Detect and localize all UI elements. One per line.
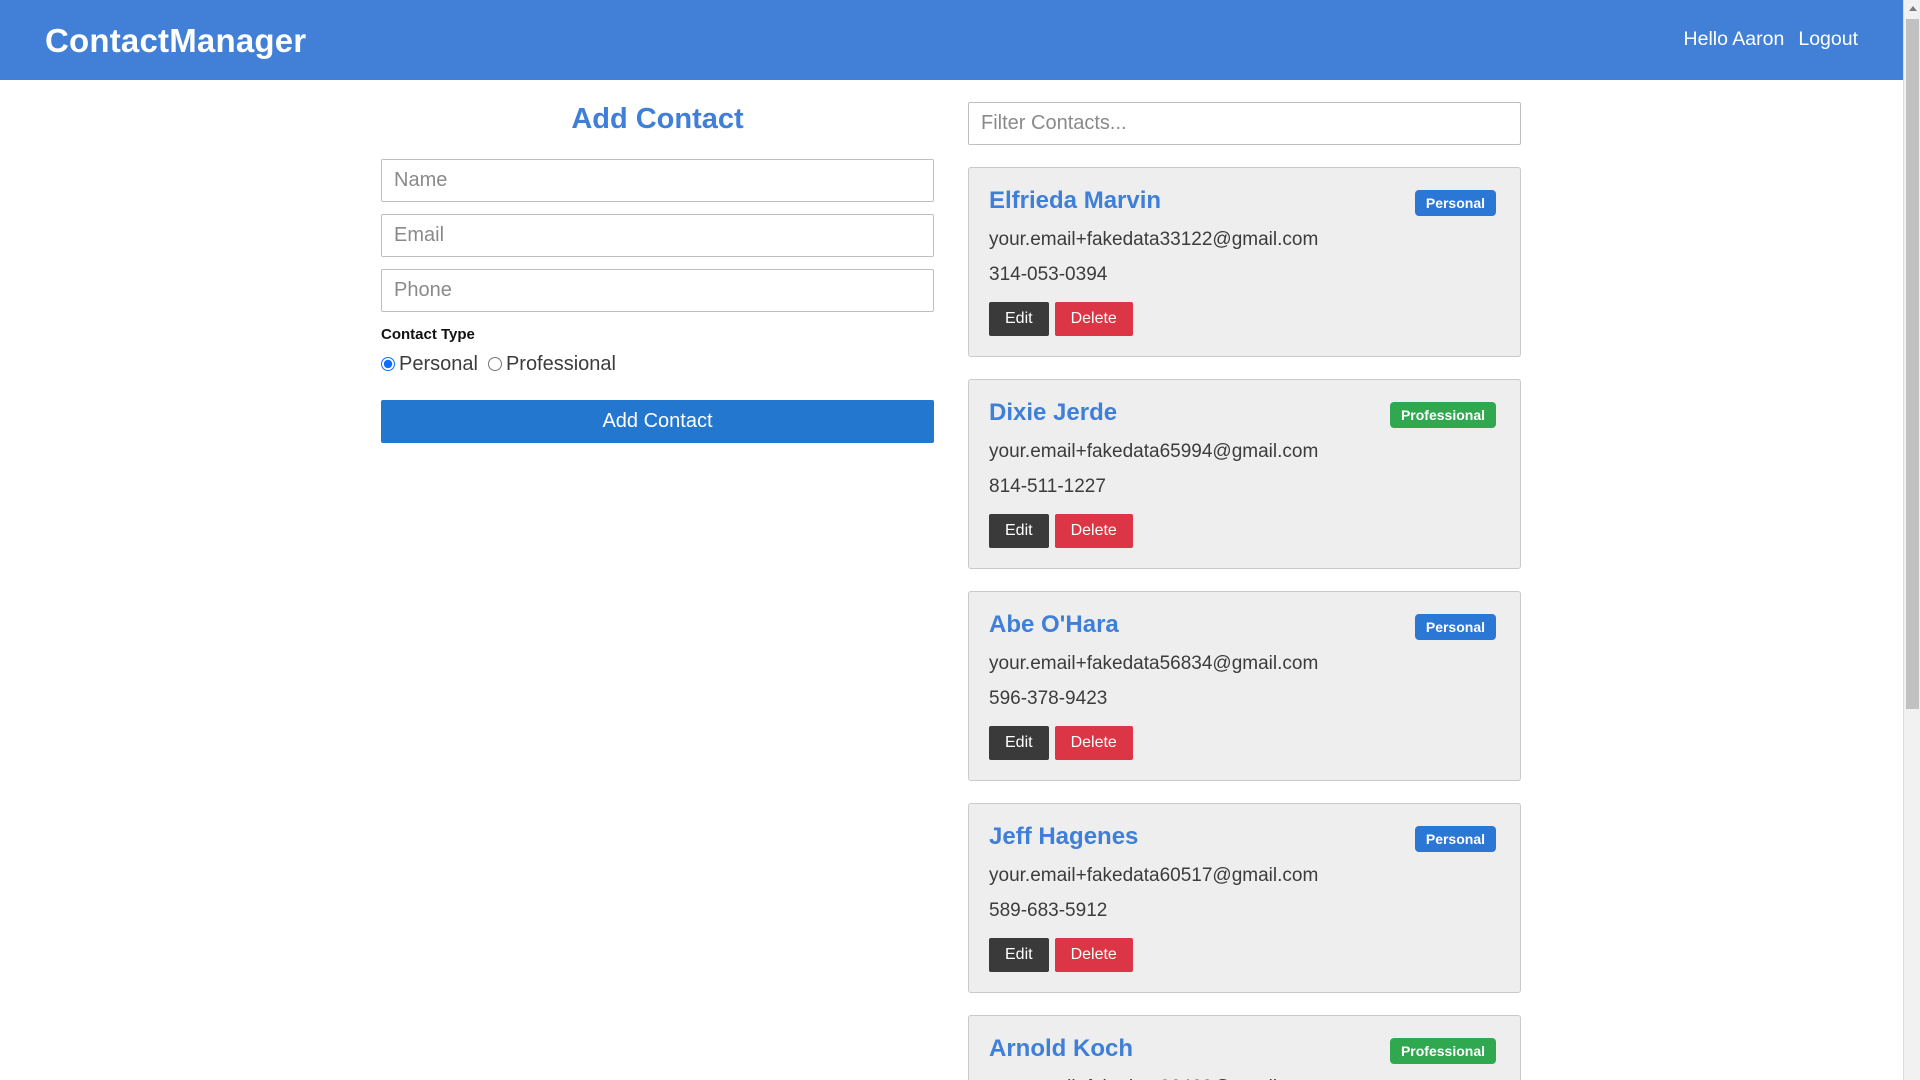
- contact-name[interactable]: Abe O'Hara: [989, 612, 1119, 638]
- radio-professional-input[interactable]: [488, 357, 502, 371]
- brand-logo[interactable]: ContactManager: [45, 24, 306, 57]
- contact-card-header: Elfrieda Marvin Personal: [989, 188, 1496, 216]
- page-content: ContactManager Hello Aaron Logout Add Co…: [0, 0, 1903, 1080]
- radio-personal-label[interactable]: Personal: [399, 353, 478, 376]
- contact-name[interactable]: Arnold Koch: [989, 1036, 1133, 1062]
- contact-card: Elfrieda Marvin Personal your.email+fakeda…: [968, 167, 1521, 357]
- email-input[interactable]: [381, 214, 934, 257]
- contact-name[interactable]: Elfrieda Marvin: [989, 188, 1161, 214]
- email-field-group: [381, 214, 934, 257]
- navbar-right-links: Hello Aaron Logout: [1684, 30, 1858, 50]
- add-contact-button[interactable]: Add Contact: [381, 400, 934, 443]
- contact-card-header: Arnold Koch Professional: [989, 1036, 1496, 1064]
- main-container: Add Contact Contact Type Pe: [0, 80, 1903, 1080]
- contact-card: Arnold KochProfessionalyour.email+fakeda…: [968, 1015, 1521, 1080]
- contact-cards-container: Elfrieda Marvin Personal your.email+fakeda…: [968, 167, 1521, 1080]
- radio-professional-label[interactable]: Professional: [506, 353, 616, 376]
- contact-card-actions: EditDelete: [989, 514, 1496, 548]
- scroll-up-arrow-icon[interactable]: [1904, 0, 1920, 17]
- add-contact-panel: Add Contact Contact Type Pe: [381, 102, 934, 1080]
- two-column-layout: Add Contact Contact Type Pe: [381, 102, 1903, 1080]
- delete-button[interactable]: Delete: [1055, 726, 1133, 760]
- radio-option-personal[interactable]: Personal: [381, 353, 478, 376]
- contact-type-label: Contact Type: [381, 326, 934, 343]
- edit-button[interactable]: Edit: [989, 514, 1049, 548]
- logout-link[interactable]: Logout: [1798, 30, 1858, 50]
- contact-type-radio-group: Personal Professional: [381, 353, 934, 376]
- contact-card-actions: EditDelete: [989, 938, 1496, 972]
- contact-card: Jeff Hagenes Personal your.email+fakedata6…: [968, 803, 1521, 993]
- name-field-group: [381, 159, 934, 202]
- edit-button[interactable]: Edit: [989, 302, 1049, 336]
- radio-personal-input[interactable]: [381, 357, 395, 371]
- contact-card-actions: EditDelete: [989, 302, 1496, 336]
- scrollbar-thumb[interactable]: [1906, 19, 1919, 709]
- page-title: Add Contact: [381, 102, 934, 137]
- contact-type-badge: Professional: [1390, 402, 1496, 428]
- contact-name[interactable]: Dixie Jerde: [989, 400, 1117, 426]
- filter-contacts-input[interactable]: [968, 102, 1521, 145]
- phone-field-group: [381, 269, 934, 312]
- page-scrollbar[interactable]: [1903, 0, 1920, 1080]
- browser-viewport: ContactManager Hello Aaron Logout Add Co…: [0, 0, 1920, 1080]
- contact-card-header: Jeff Hagenes Personal: [989, 824, 1496, 852]
- delete-button[interactable]: Delete: [1055, 938, 1133, 972]
- contact-type-badge: Professional: [1390, 1038, 1496, 1064]
- contact-phone: 314-053-0394: [989, 265, 1496, 284]
- contact-email: your.email+fakedata60517@gmail.com: [989, 866, 1496, 885]
- contact-list-panel: Elfrieda Marvin Personal your.email+fakeda…: [968, 102, 1521, 1080]
- contact-card-header: Abe O'Hara Personal: [989, 612, 1496, 640]
- edit-button[interactable]: Edit: [989, 726, 1049, 760]
- contact-name[interactable]: Jeff Hagenes: [989, 824, 1138, 850]
- contact-phone: 596-378-9423: [989, 689, 1496, 708]
- contact-card-header: Dixie Jerde Professional: [989, 400, 1496, 428]
- contact-type-badge: Personal: [1415, 190, 1496, 216]
- contact-type-badge: Personal: [1415, 614, 1496, 640]
- edit-button[interactable]: Edit: [989, 938, 1049, 972]
- contact-email: your.email+fakedata56834@gmail.com: [989, 654, 1496, 673]
- delete-button[interactable]: Delete: [1055, 302, 1133, 336]
- contact-email: your.email+fakedata33122@gmail.com: [989, 230, 1496, 249]
- contact-type-badge: Personal: [1415, 826, 1496, 852]
- contact-card: Abe O'Hara Personal your.email+fakedata568…: [968, 591, 1521, 781]
- top-navbar: ContactManager Hello Aaron Logout: [0, 0, 1903, 80]
- greeting-link[interactable]: Hello Aaron: [1684, 30, 1785, 50]
- contact-email: your.email+fakedata65994@gmail.com: [989, 442, 1496, 461]
- contact-card-actions: EditDelete: [989, 726, 1496, 760]
- name-input[interactable]: [381, 159, 934, 202]
- contact-phone: 589-683-5912: [989, 901, 1496, 920]
- phone-input[interactable]: [381, 269, 934, 312]
- contact-phone: 814-511-1227: [989, 477, 1496, 496]
- contact-card: Dixie Jerde Professional your.email+fakeda…: [968, 379, 1521, 569]
- radio-option-professional[interactable]: Professional: [488, 353, 616, 376]
- delete-button[interactable]: Delete: [1055, 514, 1133, 548]
